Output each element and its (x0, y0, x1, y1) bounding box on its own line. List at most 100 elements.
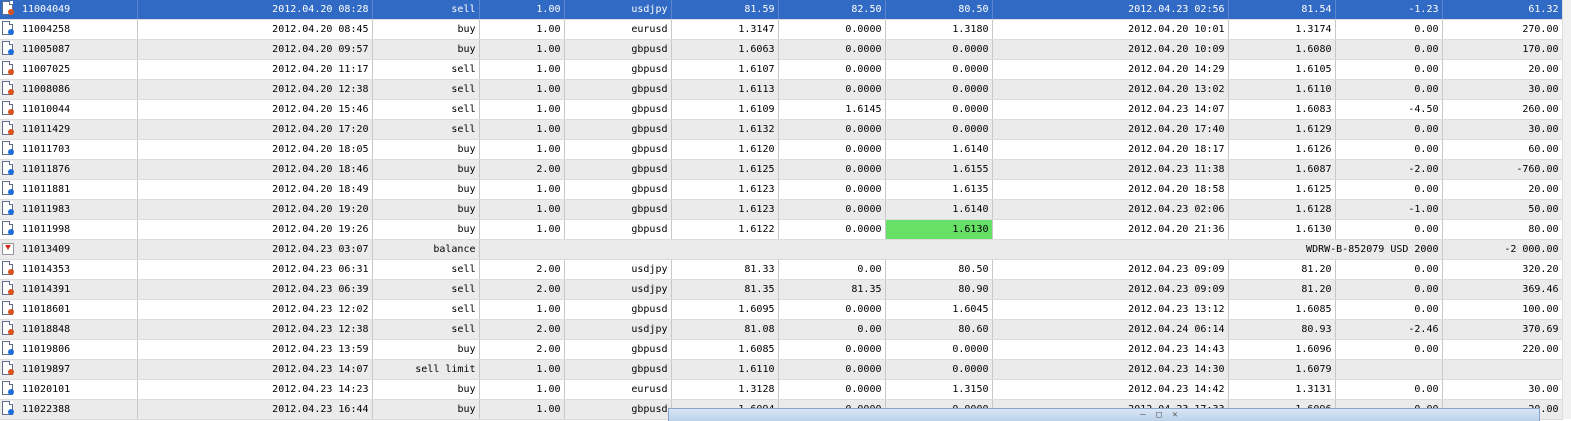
tp-cell: 0.0000 (885, 99, 993, 120)
price-cell: 1.6123 (671, 179, 779, 200)
sl-cell: 0.00 (778, 259, 886, 280)
close-price-cell: 1.6079 (1228, 359, 1336, 380)
table-row[interactable]: 11019806 2012.04.23 13:59 buy 2.00 gbpusd 1.6… (0, 339, 1563, 360)
symbol-cell: gbpusd (564, 159, 672, 180)
profit-cell: 369.46 (1442, 279, 1563, 300)
profit-cell: 30.00 (1442, 79, 1563, 100)
profit-cell: 20.00 (1442, 59, 1563, 80)
profit-cell: 20.00 (1442, 179, 1563, 200)
close-time-cell: 2012.04.23 02:06 (992, 199, 1229, 220)
sell-order-icon (2, 1, 14, 15)
ticket-cell: 11008086 (0, 79, 138, 100)
price-cell: 81.35 (671, 279, 779, 300)
minimize-icon[interactable]: – (1137, 411, 1149, 420)
tp-cell: 80.50 (885, 0, 993, 20)
sl-cell: 0.0000 (778, 119, 886, 140)
ticket-cell: 11014391 (0, 279, 138, 300)
ticket-cell: 11005087 (0, 39, 138, 60)
size-cell: 1.00 (479, 299, 565, 320)
table-row[interactable]: 11011983 2012.04.20 19:20 buy 1.00 gbpusd 1.6… (0, 199, 1563, 220)
swap-cell: 0.00 (1335, 39, 1443, 60)
price-cell: 1.3147 (671, 19, 779, 40)
table-row[interactable]: 11011881 2012.04.20 18:49 buy 1.00 gbpusd 1.6… (0, 179, 1563, 200)
type-cell: buy (372, 339, 480, 360)
table-row[interactable]: 11018601 2012.04.23 12:02 sell 1.00 gbpusd 1.… (0, 299, 1563, 320)
sell-order-icon (2, 261, 14, 275)
close-icon[interactable]: ✕ (1169, 411, 1181, 420)
table-row[interactable]: 11011998 2012.04.20 19:26 buy 1.00 gbpusd 1.6… (0, 219, 1563, 240)
close-time-cell: 2012.04.20 10:01 (992, 19, 1229, 40)
table-row[interactable]: 11010044 2012.04.20 15:46 sell 1.00 gbpusd 1.… (0, 99, 1563, 120)
profit-cell: 270.00 (1442, 19, 1563, 40)
size-cell: 1.00 (479, 219, 565, 240)
table-row[interactable]: 11020101 2012.04.23 14:23 buy 1.00 eurusd 1.3… (0, 379, 1563, 400)
table-row[interactable]: 11008086 2012.04.20 12:38 sell 1.00 gbpusd 1.… (0, 79, 1563, 100)
ticket-cell: 11022388 (0, 399, 138, 420)
profit-cell (1442, 359, 1563, 380)
profit-cell: 100.00 (1442, 299, 1563, 320)
ticket-number: 11011429 (22, 124, 71, 135)
close-time-cell: 2012.04.24 06:14 (992, 319, 1229, 340)
table-row[interactable]: 11014391 2012.04.23 06:39 sell 2.00 usdjpy 81… (0, 279, 1563, 300)
price-cell: 1.3128 (671, 379, 779, 400)
size-cell: 1.00 (479, 199, 565, 220)
symbol-cell: usdjpy (564, 259, 672, 280)
price-cell: 1.6110 (671, 359, 779, 380)
sl-cell: 0.0000 (778, 359, 886, 380)
ticket-number: 11011876 (22, 164, 71, 175)
table-row[interactable]: 11019897 2012.04.23 14:07 sell limit 1.00 gb… (0, 359, 1563, 380)
price-cell: 1.6109 (671, 99, 779, 120)
swap-cell: -2.00 (1335, 159, 1443, 180)
price-cell: 1.6095 (671, 299, 779, 320)
overlapping-window-titlebar[interactable]: – □ ✕ (668, 408, 1540, 421)
tp-cell: 1.3180 (885, 19, 993, 40)
symbol-cell: gbpusd (564, 119, 672, 140)
ticket-number: 11014391 (22, 284, 71, 295)
table-row[interactable]: 11005087 2012.04.20 09:57 buy 1.00 gbpusd 1.6… (0, 39, 1563, 60)
sl-cell: 81.35 (778, 279, 886, 300)
symbol-cell: gbpusd (564, 199, 672, 220)
time-cell: 2012.04.20 18:49 (137, 179, 373, 200)
swap-cell: -1.23 (1335, 0, 1443, 20)
tp-cell: 0.0000 (885, 339, 993, 360)
close-price-cell: 1.6110 (1228, 79, 1336, 100)
table-row[interactable]: 11007025 2012.04.20 11:17 sell 1.00 gbpusd 1.… (0, 59, 1563, 80)
type-cell: sell (372, 319, 480, 340)
balance-row[interactable]: 11013409 2012.04.23 03:07 balance WDRW-B-85… (0, 239, 1563, 260)
close-time-cell: 2012.04.20 18:17 (992, 139, 1229, 160)
table-row[interactable]: 11011429 2012.04.20 17:20 sell 1.00 gbpusd 1.… (0, 119, 1563, 140)
symbol-cell: usdjpy (564, 0, 672, 20)
swap-cell: -1.00 (1335, 199, 1443, 220)
table-row[interactable]: 11004258 2012.04.20 08:45 buy 1.00 eurusd 1.3… (0, 19, 1563, 40)
sell-order-icon (2, 61, 14, 75)
type-cell: buy (372, 179, 480, 200)
table-row[interactable]: 11004049 2012.04.20 08:28 sell 1.00 usdjpy 81… (0, 0, 1563, 20)
time-cell: 2012.04.23 14:23 (137, 379, 373, 400)
ticket-cell: 11019897 (0, 359, 138, 380)
close-price-cell: 81.20 (1228, 259, 1336, 280)
time-cell: 2012.04.20 18:05 (137, 139, 373, 160)
table-row[interactable]: 11011876 2012.04.20 18:46 buy 2.00 gbpusd 1.6… (0, 159, 1563, 180)
maximize-icon[interactable]: □ (1153, 411, 1165, 420)
size-cell: 1.00 (479, 399, 565, 420)
tp-cell: 1.6140 (885, 139, 993, 160)
table-row[interactable]: 11014353 2012.04.23 06:31 sell 2.00 usdjpy 81… (0, 259, 1563, 280)
table-row[interactable]: 11018848 2012.04.23 12:38 sell 2.00 usdjpy 81… (0, 319, 1563, 340)
price-cell: 1.6063 (671, 39, 779, 60)
sl-cell: 1.6145 (778, 99, 886, 120)
swap-cell: 0.00 (1335, 339, 1443, 360)
close-time-cell: 2012.04.20 17:40 (992, 119, 1229, 140)
buy-order-icon (2, 41, 14, 55)
price-cell: 1.6132 (671, 119, 779, 140)
close-price-cell: 1.6129 (1228, 119, 1336, 140)
ticket-cell: 11013409 (0, 239, 138, 260)
tp-cell: 80.90 (885, 279, 993, 300)
size-cell: 1.00 (479, 19, 565, 40)
ticket-cell: 11011998 (0, 219, 138, 240)
swap-cell: 0.00 (1335, 259, 1443, 280)
table-row[interactable]: 11011703 2012.04.20 18:05 buy 1.00 gbpusd 1.6… (0, 139, 1563, 160)
vertical-scrollbar[interactable] (1562, 0, 1571, 419)
type-cell: sell (372, 119, 480, 140)
price-cell: 81.33 (671, 259, 779, 280)
time-cell: 2012.04.20 08:45 (137, 19, 373, 40)
